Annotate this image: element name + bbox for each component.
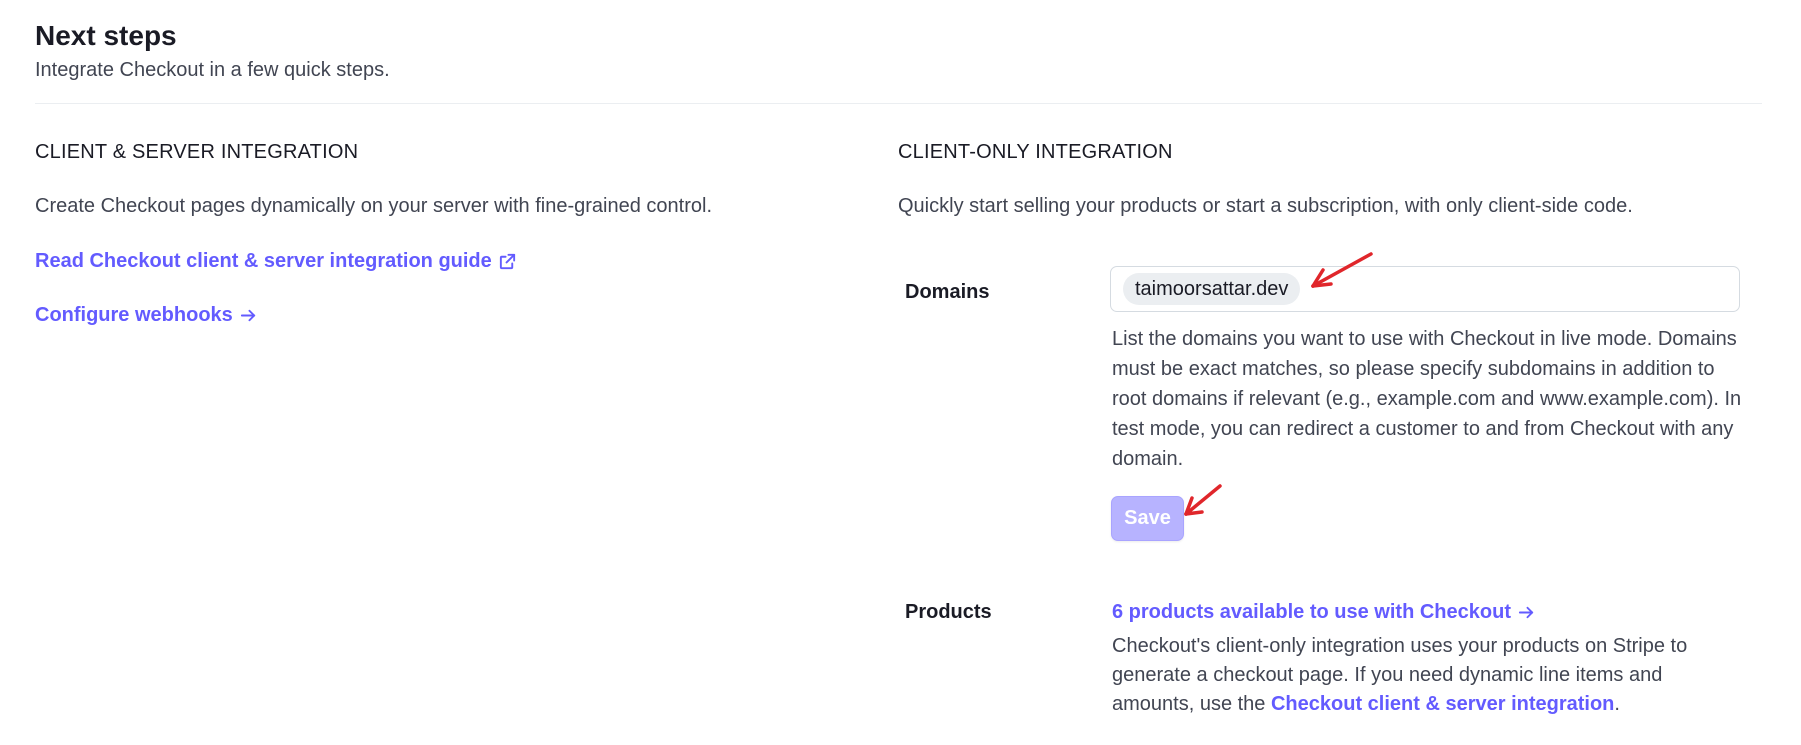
products-label: Products (905, 601, 992, 623)
header-divider (35, 103, 1762, 104)
page-title: Next steps (35, 20, 177, 51)
client-server-section: CLIENT & SERVER INTEGRATION Create Check… (35, 138, 855, 329)
client-only-description: Quickly start selling your products or s… (898, 195, 1633, 217)
external-link-icon (499, 253, 515, 269)
arrow-right-icon (240, 309, 255, 321)
page: Next steps Integrate Checkout in a few q… (0, 0, 1801, 745)
products-available-link-label: 6 products available to use with Checkou… (1112, 601, 1511, 623)
client-only-heading: CLIENT-ONLY INTEGRATION (898, 141, 1173, 163)
header: Next steps Integrate Checkout in a few q… (35, 18, 390, 84)
products-help-suffix: . (1614, 693, 1620, 715)
client-server-description: Create Checkout pages dynamically on you… (35, 195, 713, 217)
domains-help-text: List the domains you want to use with Ch… (1112, 328, 1742, 470)
integration-guide-link-label: Read Checkout client & server integratio… (35, 250, 492, 272)
integration-guide-link[interactable]: Read Checkout client & server integratio… (35, 247, 517, 275)
configure-webhooks-link-label: Configure webhooks (35, 304, 233, 326)
page-subtitle: Integrate Checkout in a few quick steps. (35, 59, 390, 81)
configure-webhooks-link[interactable]: Configure webhooks (35, 301, 258, 329)
arrow-right-icon (1518, 606, 1534, 618)
products-help-text: Checkout's client-only integration uses … (1112, 632, 1742, 719)
client-server-heading: CLIENT & SERVER INTEGRATION (35, 141, 359, 163)
domains-label: Domains (905, 281, 990, 303)
products-available-link[interactable]: 6 products available to use with Checkou… (1112, 598, 1536, 626)
save-button[interactable]: Save (1111, 496, 1184, 541)
domain-chip[interactable]: taimoorsattar.dev (1123, 273, 1301, 305)
client-only-section: CLIENT-ONLY INTEGRATION Quickly start se… (898, 138, 1758, 220)
domains-input[interactable]: taimoorsattar.dev (1110, 266, 1740, 312)
annotation-arrow-icon (1184, 484, 1222, 516)
client-server-integration-link[interactable]: Checkout client & server integration (1271, 693, 1614, 715)
